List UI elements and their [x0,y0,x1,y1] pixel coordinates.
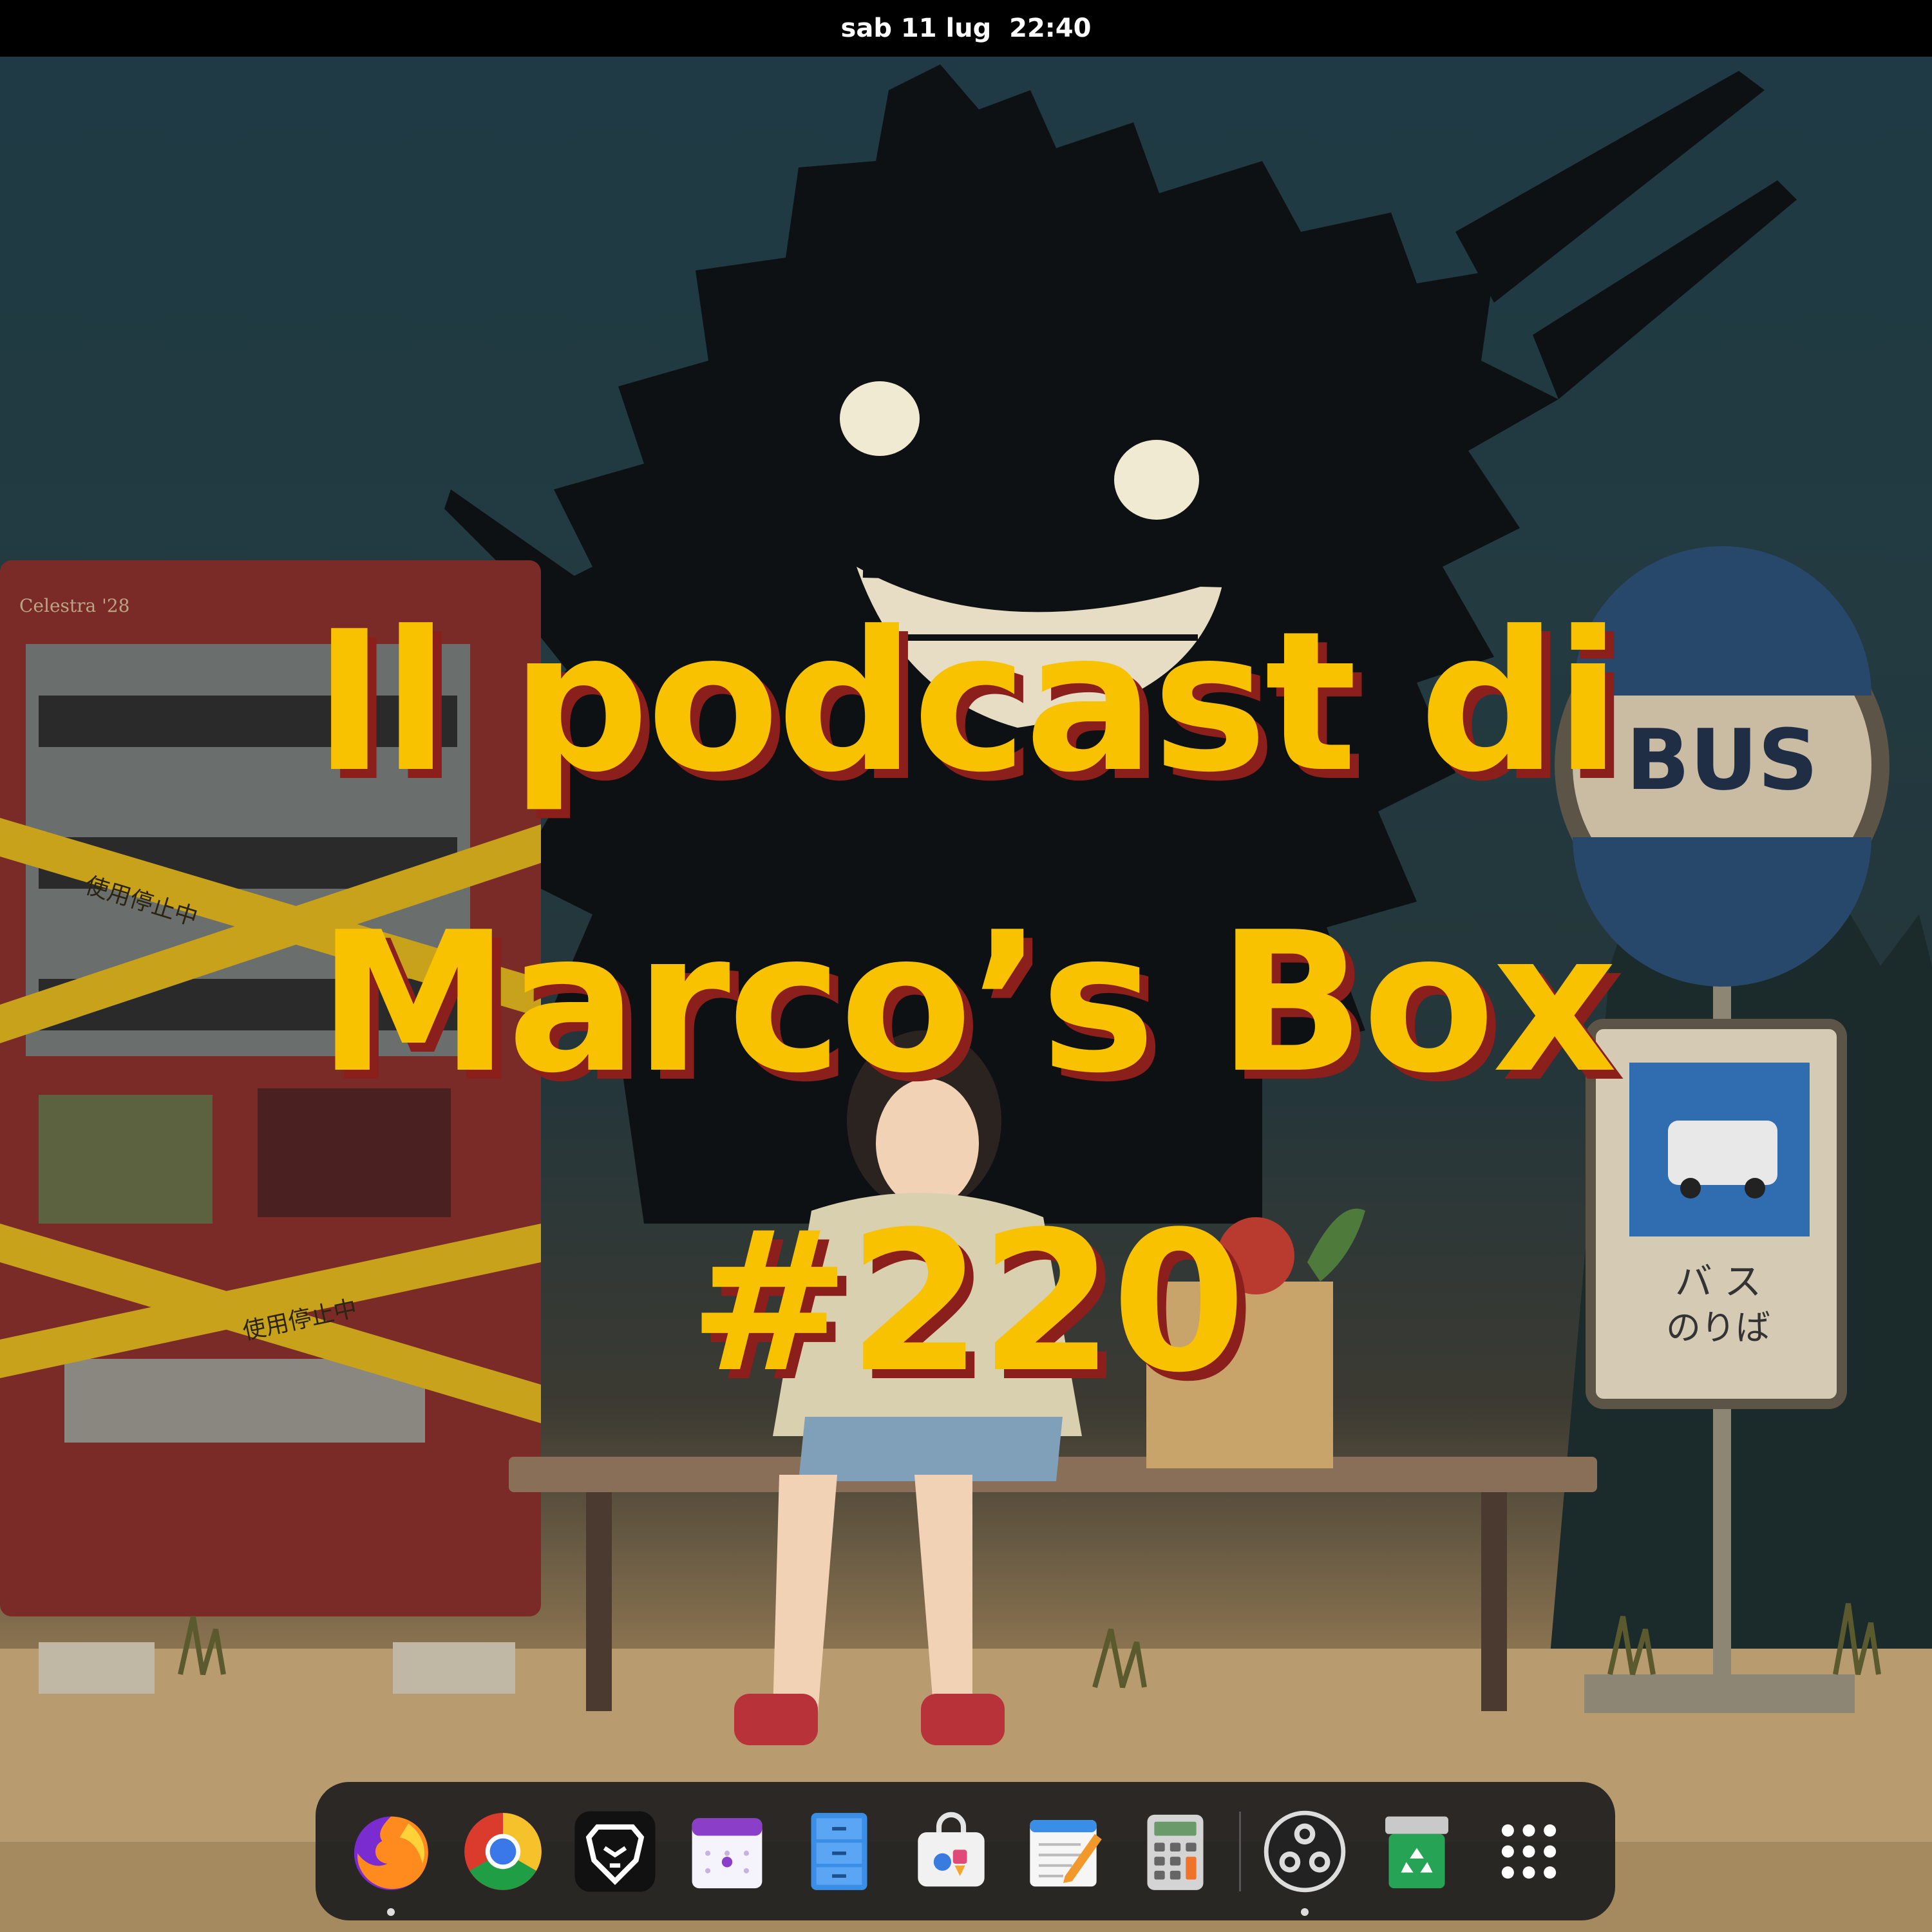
dock-obs[interactable] [1252,1799,1358,1916]
podcast-title-line-1: Il podcast di [313,590,1622,815]
firefox-icon [354,1816,428,1890]
dock-show-apps[interactable] [1476,1799,1582,1904]
running-indicator [1301,1908,1309,1916]
calendar-icon [692,1817,762,1888]
podcast-episode-number: #220 [688,1190,1246,1415]
dock-trash[interactable] [1364,1799,1470,1904]
dock-software[interactable] [898,1799,1004,1904]
app-grid-icon [1501,1824,1557,1879]
dock-calculator[interactable] [1122,1799,1228,1904]
podcast-title-line-2: Marco’s Box [317,891,1617,1115]
calculator-icon [1147,1814,1204,1890]
dock-files[interactable] [786,1799,892,1904]
text-editor-icon [1030,1819,1102,1886]
dock-separator [1239,1811,1241,1891]
clock[interactable]: sab 11 lug 22:40 [841,14,1092,43]
software-store-icon [918,1812,985,1886]
running-indicator [387,1908,395,1916]
dock-brave[interactable] [562,1799,668,1904]
obs-icon [1264,1810,1346,1892]
chrome-icon [464,1812,542,1890]
dock-chrome[interactable] [450,1799,556,1904]
dock-text-editor[interactable] [1010,1799,1116,1904]
desktop-wallpaper: Celestra '28 使用停止中 使用停止中 BUS バ ス のりば Il … [0,57,1932,1932]
trash-icon [1385,1816,1448,1888]
top-bar: sab 11 lug 22:40 [0,0,1932,57]
dock-calendar[interactable] [674,1799,780,1904]
brave-icon [574,1810,656,1892]
dock-firefox[interactable] [338,1799,444,1916]
dock [316,1782,1615,1920]
files-icon [811,1812,867,1890]
